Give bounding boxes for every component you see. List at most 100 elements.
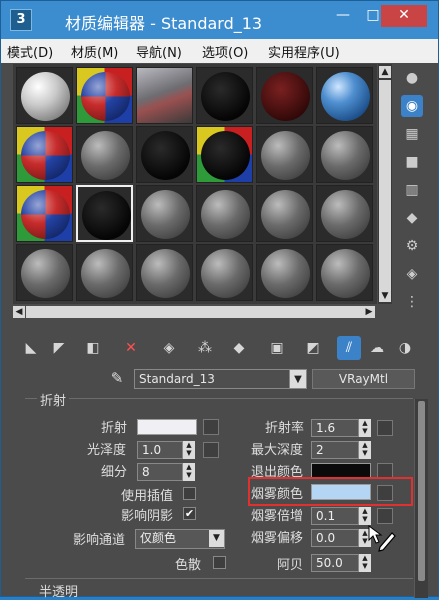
- max-depth-input[interactable]: 2: [311, 441, 359, 459]
- sample-uv-tiling-icon[interactable]: ■: [401, 151, 423, 173]
- material-slot[interactable]: [16, 67, 73, 124]
- material-slot[interactable]: [256, 185, 313, 242]
- go-to-parent-icon[interactable]: ⫽: [337, 336, 361, 360]
- hscroll-thumb[interactable]: [26, 306, 363, 318]
- select-by-material-icon[interactable]: ◈: [401, 263, 423, 285]
- material-name-field[interactable]: Standard_13: [134, 369, 307, 389]
- material-slot[interactable]: [76, 67, 133, 124]
- put-to-scene-icon[interactable]: ◤: [47, 336, 71, 360]
- material-slot[interactable]: [196, 67, 253, 124]
- assign-to-selection-icon[interactable]: ◧: [81, 336, 105, 360]
- material-slot[interactable]: [76, 126, 133, 183]
- material-map-navigator-icon[interactable]: ⋮: [401, 291, 423, 313]
- material-slot[interactable]: [316, 126, 373, 183]
- max-depth-spinner-icon[interactable]: ▲ ▼: [359, 441, 371, 459]
- material-slot[interactable]: [256, 67, 313, 124]
- make-unique-icon[interactable]: ◈: [157, 336, 181, 360]
- video-color-check-icon[interactable]: ▥: [401, 179, 423, 201]
- material-type-button[interactable]: VRayMtl: [312, 369, 415, 389]
- material-slot[interactable]: [256, 244, 313, 301]
- show-end-result-icon[interactable]: ◩: [301, 336, 325, 360]
- fog-bias-label: 烟雾偏移: [251, 531, 304, 546]
- material-slot[interactable]: [136, 185, 193, 242]
- pick-from-object-icon[interactable]: ◑: [393, 336, 417, 360]
- material-sphere-icon: [21, 190, 70, 239]
- show-shaded-material-icon[interactable]: ▣: [265, 336, 289, 360]
- material-slot[interactable]: [76, 185, 133, 242]
- refract-color-swatch[interactable]: [137, 419, 197, 435]
- material-slot[interactable]: [316, 244, 373, 301]
- go-forward-sibling-icon[interactable]: ☁: [365, 336, 389, 360]
- material-sphere-icon: [261, 131, 310, 180]
- put-to-library-icon[interactable]: ⁂: [193, 336, 217, 360]
- material-slot[interactable]: [136, 126, 193, 183]
- fog-multiplier-input[interactable]: 0.1: [311, 507, 359, 525]
- title-bar[interactable]: 3 材质编辑器 - Standard_13 — □ ✕: [1, 1, 438, 39]
- chevron-down-icon[interactable]: ▼: [289, 369, 307, 389]
- refract-label: 折射: [101, 421, 128, 436]
- options-icon[interactable]: ⚙: [401, 235, 423, 257]
- material-sphere-icon: [21, 131, 70, 180]
- material-slot[interactable]: [136, 244, 193, 301]
- glossiness-input[interactable]: 1.0: [137, 441, 183, 459]
- eyedropper-icon[interactable]: ✎: [107, 369, 127, 389]
- rollout-title[interactable]: 折射: [37, 390, 70, 409]
- scroll-up-icon[interactable]: ▲: [379, 66, 391, 78]
- material-id-channel-icon[interactable]: ◆: [227, 336, 251, 360]
- menu-options[interactable]: 选项(O): [202, 42, 248, 61]
- scroll-thumb[interactable]: [379, 80, 391, 290]
- menu-mode[interactable]: 模式(D): [7, 42, 53, 61]
- material-slot[interactable]: [316, 185, 373, 242]
- chevron-down-icon[interactable]: ▼: [209, 530, 224, 547]
- get-material-icon[interactable]: ◣: [19, 336, 43, 360]
- make-preview-icon[interactable]: ◆: [401, 207, 423, 229]
- fog-multiplier-map-button[interactable]: [377, 508, 393, 524]
- material-slot[interactable]: [136, 67, 193, 124]
- ior-input[interactable]: 1.6: [311, 419, 359, 437]
- panel-scrollbar[interactable]: [414, 399, 428, 598]
- material-slot[interactable]: [16, 126, 73, 183]
- sample-type-icon[interactable]: ●: [401, 67, 423, 89]
- menu-navigation[interactable]: 导航(N): [136, 42, 182, 61]
- sample-slot-grid: [13, 64, 377, 304]
- panel-scroll-thumb[interactable]: [418, 401, 425, 581]
- subdivs-spinner-icon[interactable]: ▲ ▼: [183, 463, 195, 481]
- scroll-left-icon[interactable]: ◀: [13, 306, 25, 318]
- close-button[interactable]: ✕: [381, 5, 427, 27]
- material-sphere-icon: [261, 249, 310, 298]
- abbe-spinner-icon[interactable]: ▲ ▼: [359, 554, 371, 572]
- scroll-down-icon[interactable]: ▼: [379, 290, 391, 302]
- slot-vertical-scrollbar[interactable]: ▲ ▼: [378, 64, 392, 304]
- abbe-input[interactable]: 50.0: [311, 554, 359, 572]
- scroll-right-icon[interactable]: ▶: [363, 306, 375, 318]
- background-checker-icon[interactable]: ▦: [401, 123, 423, 145]
- material-slot[interactable]: [316, 67, 373, 124]
- material-slot[interactable]: [76, 244, 133, 301]
- ior-map-button[interactable]: [377, 420, 393, 436]
- material-slot[interactable]: [256, 126, 313, 183]
- material-slot[interactable]: [196, 126, 253, 183]
- glossiness-spinner-icon[interactable]: ▲ ▼: [183, 441, 195, 459]
- menu-material[interactable]: 材质(M): [71, 42, 118, 61]
- slot-horizontal-scrollbar[interactable]: ◀ ▶: [13, 304, 377, 320]
- max-depth-label: 最大深度: [251, 443, 304, 458]
- material-slot[interactable]: [196, 244, 253, 301]
- dispersion-checkbox[interactable]: [213, 556, 226, 569]
- ior-label: 折射率: [265, 421, 305, 436]
- material-toolbar: ◣ ◤ ◧ ✕ ◈ ⁂ ◆ ▣ ◩ ⫽ ☁ ◑: [13, 331, 429, 365]
- subdivs-input[interactable]: 8: [137, 463, 183, 481]
- affect-shadows-checkbox[interactable]: ✔: [183, 507, 196, 520]
- material-slot[interactable]: [16, 185, 73, 242]
- ior-spinner-icon[interactable]: ▲ ▼: [359, 419, 371, 437]
- material-slot[interactable]: [16, 244, 73, 301]
- glossiness-map-button[interactable]: [203, 442, 219, 458]
- refract-map-button[interactable]: [203, 419, 219, 435]
- minimize-button[interactable]: —: [327, 5, 359, 27]
- fog-bias-input[interactable]: 0.0: [311, 529, 359, 547]
- menu-utilities[interactable]: 实用程序(U): [268, 42, 340, 61]
- reset-map-icon[interactable]: ✕: [119, 336, 143, 360]
- backlight-icon[interactable]: ◉: [401, 95, 423, 117]
- material-sphere-icon: [141, 249, 190, 298]
- material-slot[interactable]: [196, 185, 253, 242]
- use-interpolation-checkbox[interactable]: [183, 487, 196, 500]
